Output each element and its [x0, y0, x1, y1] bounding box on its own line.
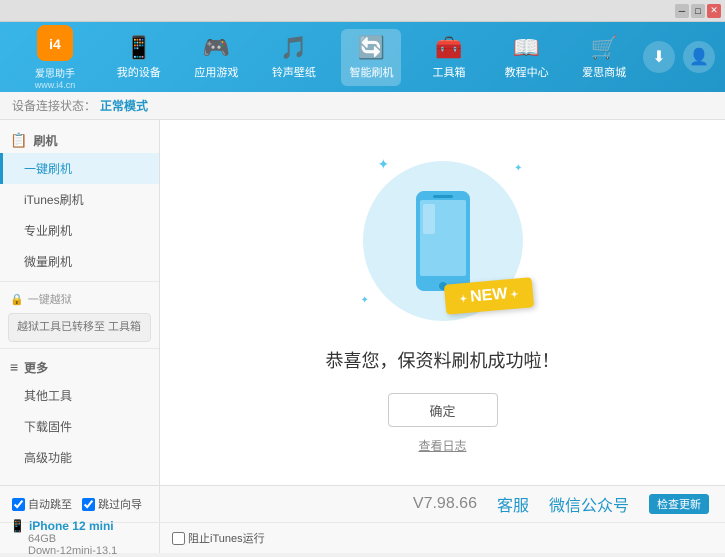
user-button[interactable]: 👤 — [683, 41, 715, 73]
phone-icon: 📱 — [10, 519, 25, 533]
status-label: 设备连接状态： — [12, 97, 96, 114]
status-bar: 设备连接状态： 正常模式 — [0, 92, 725, 120]
auto-jump-input[interactable] — [12, 498, 25, 511]
new-badge: NEW — [444, 277, 534, 315]
device-details: 📱 iPhone 12 mini 64GB Down-12mini-13.1 — [0, 523, 160, 553]
logo-subtext: www.i4.cn — [35, 80, 76, 90]
title-bar: ─ □ ✕ — [0, 0, 725, 22]
sidebar-flash-header: 📋 刷机 — [0, 126, 159, 153]
content-area: ✦ ✦ ✦ NEW 恭喜您，保资料刷机成功啦！ 确定 查看日志 — [160, 120, 725, 485]
device-storage: 64GB — [28, 533, 149, 545]
skip-wizard-input[interactable] — [82, 498, 95, 511]
maximize-button[interactable]: □ — [691, 4, 705, 18]
sidebar-item-one-click-flash[interactable]: 一键刷机 — [0, 153, 159, 184]
status-value: 正常模式 — [100, 97, 148, 114]
jailbreak-info-box: 越狱工具已转移至 工具箱 — [8, 313, 151, 342]
nav-ringtone[interactable]: 🎵 铃声壁纸 — [264, 29, 324, 86]
toolbox-icon: 🧰 — [435, 35, 462, 61]
sparkle-bl: ✦ — [361, 295, 369, 306]
jailbreak-info-text: 越狱工具已转移至 工具箱 — [17, 321, 141, 333]
sidebar-item-advanced[interactable]: 高级功能 — [0, 442, 159, 473]
my-device-icon: 📱 — [125, 35, 152, 61]
sidebar-item-other-tools[interactable]: 其他工具 — [0, 380, 159, 411]
bottom-details-row: 📱 iPhone 12 mini 64GB Down-12mini-13.1 阻… — [0, 523, 725, 553]
close-button[interactable]: ✕ — [707, 4, 721, 18]
minimize-button[interactable]: ─ — [675, 4, 689, 18]
my-device-label: 我的设备 — [117, 64, 161, 80]
main-area: 📋 刷机 一键刷机 iTunes刷机 专业刷机 微量刷机 🔒 一键越狱 越狱工具… — [0, 120, 725, 485]
svg-text:i4: i4 — [49, 36, 61, 52]
nav-tutorial[interactable]: 📖 教程中心 — [497, 29, 557, 86]
jailbreak-label: 一键越狱 — [28, 291, 72, 307]
service-link[interactable]: 客服 — [497, 492, 529, 516]
nav-my-device[interactable]: 📱 我的设备 — [109, 29, 169, 86]
phone-svg — [408, 186, 478, 296]
apps-icon: 🎮 — [203, 35, 230, 61]
sidebar-divider-1 — [0, 281, 159, 282]
bottom-right-row: V7.98.66 客服 微信公众号 检查更新 — [160, 486, 725, 522]
apps-label: 应用游戏 — [194, 64, 238, 80]
ringtone-icon: 🎵 — [280, 35, 307, 61]
nav-smart-flash[interactable]: 🔄 智能刷机 — [341, 29, 401, 86]
confirm-button[interactable]: 确定 — [388, 393, 498, 427]
sparkle-tl: ✦ — [378, 156, 390, 173]
auto-jump-checkbox[interactable]: 自动跳至 — [12, 496, 72, 512]
flash-section-label: 刷机 — [33, 132, 57, 149]
logo-text: 爱思助手 — [35, 65, 75, 80]
nav-bar: 📱 我的设备 🎮 应用游戏 🎵 铃声壁纸 🔄 智能刷机 🧰 工具箱 📖 教程中心… — [100, 29, 643, 86]
shop-icon: 🛒 — [590, 35, 617, 61]
bottom-panel: 自动跳至 跳过向导 V7.98.66 客服 微信公众号 检查更新 📱 iPhon… — [0, 485, 725, 553]
success-illustration: ✦ ✦ ✦ NEW — [353, 151, 533, 331]
itunes-section: 阻止iTunes运行 — [160, 523, 725, 553]
nav-shop[interactable]: 🛒 爱思商城 — [574, 29, 634, 86]
more-section-label: 更多 — [24, 359, 48, 376]
tutorial-icon: 📖 — [513, 35, 540, 61]
skip-wizard-checkbox[interactable]: 跳过向导 — [82, 496, 142, 512]
tutorial-label: 教程中心 — [505, 64, 549, 80]
version-text: V7.98.66 — [413, 495, 477, 513]
bottom-device-row: 自动跳至 跳过向导 V7.98.66 客服 微信公众号 检查更新 — [0, 486, 725, 523]
shop-label: 爱思商城 — [582, 64, 626, 80]
logo-icon: i4 — [37, 25, 73, 61]
flash-section-icon: 📋 — [10, 132, 27, 149]
sidebar-jailbreak-header: 🔒 一键越狱 — [0, 286, 159, 311]
device-model: Down-12mini-13.1 — [28, 545, 149, 557]
ringtone-label: 铃声壁纸 — [272, 64, 316, 80]
smart-flash-label: 智能刷机 — [349, 64, 393, 80]
toolbox-label: 工具箱 — [433, 64, 466, 80]
itunes-input[interactable] — [172, 532, 185, 545]
header-right: ⬇ 👤 — [643, 41, 715, 73]
smart-flash-icon: 🔄 — [358, 35, 385, 61]
update-button[interactable]: 检查更新 — [649, 494, 709, 514]
nav-apps-games[interactable]: 🎮 应用游戏 — [186, 29, 246, 86]
device-panel: 自动跳至 跳过向导 — [0, 486, 160, 522]
download-button[interactable]: ⬇ — [643, 41, 675, 73]
more-section-icon: ≡ — [10, 359, 18, 375]
header: i4 爱思助手 www.i4.cn 📱 我的设备 🎮 应用游戏 🎵 铃声壁纸 🔄… — [0, 22, 725, 92]
success-text: 恭喜您，保资料刷机成功啦！ — [326, 347, 560, 373]
sidebar-more-header: ≡ 更多 — [0, 353, 159, 380]
device-name: iPhone 12 mini — [29, 519, 114, 533]
sidebar-divider-2 — [0, 348, 159, 349]
go-home-link[interactable]: 查看日志 — [418, 437, 466, 454]
sparkle-tr: ✦ — [514, 163, 522, 174]
sidebar-item-pro-flash[interactable]: 专业刷机 — [0, 215, 159, 246]
lock-icon: 🔒 — [10, 293, 24, 306]
skip-wizard-label: 跳过向导 — [98, 496, 142, 512]
checkbox-row: 自动跳至 跳过向导 — [10, 496, 149, 512]
sidebar-item-download-firmware[interactable]: 下载固件 — [0, 411, 159, 442]
auto-jump-label: 自动跳至 — [28, 496, 72, 512]
wechat-link[interactable]: 微信公众号 — [549, 492, 629, 516]
itunes-checkbox[interactable]: 阻止iTunes运行 — [172, 530, 265, 546]
itunes-label: 阻止iTunes运行 — [188, 530, 265, 546]
sidebar: 📋 刷机 一键刷机 iTunes刷机 专业刷机 微量刷机 🔒 一键越狱 越狱工具… — [0, 120, 160, 485]
sidebar-item-itunes-flash[interactable]: iTunes刷机 — [0, 184, 159, 215]
nav-toolbox[interactable]: 🧰 工具箱 — [419, 29, 479, 86]
sidebar-item-micro-flash[interactable]: 微量刷机 — [0, 246, 159, 277]
logo: i4 爱思助手 www.i4.cn — [10, 25, 100, 90]
